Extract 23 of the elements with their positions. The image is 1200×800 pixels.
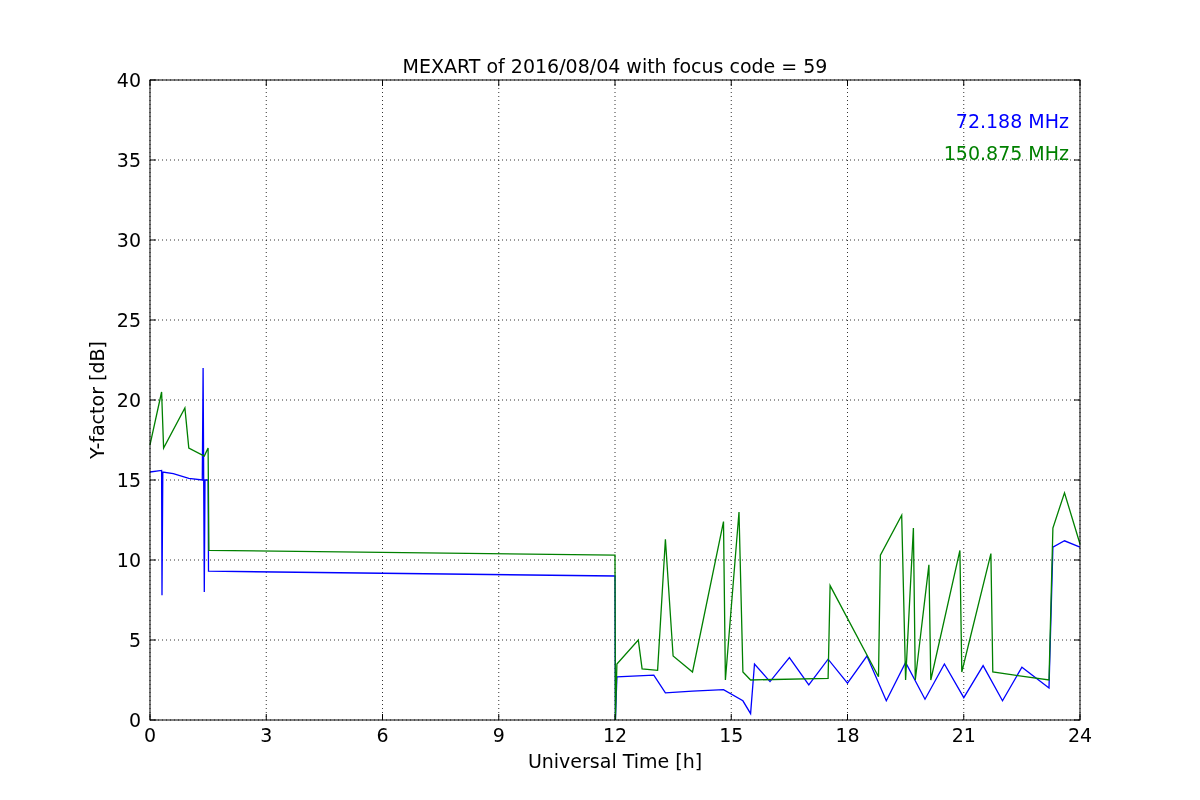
legend-label: 72.188 MHz bbox=[955, 110, 1069, 132]
tick-label: 15 bbox=[719, 724, 744, 746]
tick-label: 25 bbox=[116, 309, 141, 331]
tick-label: 6 bbox=[376, 724, 389, 746]
tick-label: 24 bbox=[1067, 724, 1093, 746]
tick-label: 0 bbox=[143, 724, 157, 746]
y-axis-label: Y-factor [dB] bbox=[86, 341, 108, 459]
tick-label: 21 bbox=[951, 724, 976, 746]
tick-label: 0 bbox=[128, 709, 141, 731]
x-axis-label: Universal Time [h] bbox=[527, 750, 703, 772]
tick-label: 15 bbox=[116, 469, 141, 491]
tick-label: 30 bbox=[116, 229, 141, 251]
legend-label: 150.875 MHz bbox=[943, 142, 1069, 164]
tick-label: 9 bbox=[492, 724, 505, 746]
tick-label: 18 bbox=[835, 724, 860, 746]
tick-label: 3 bbox=[260, 724, 273, 746]
chart-title: MEXART of 2016/08/04 with focus code = 59 bbox=[402, 55, 828, 77]
tick-label: 40 bbox=[116, 69, 141, 91]
tick-label: 5 bbox=[128, 629, 141, 651]
tick-label: 20 bbox=[116, 389, 141, 411]
tick-label: 12 bbox=[602, 724, 628, 746]
tick-label: 35 bbox=[116, 149, 141, 171]
tick-label: 10 bbox=[116, 549, 141, 571]
